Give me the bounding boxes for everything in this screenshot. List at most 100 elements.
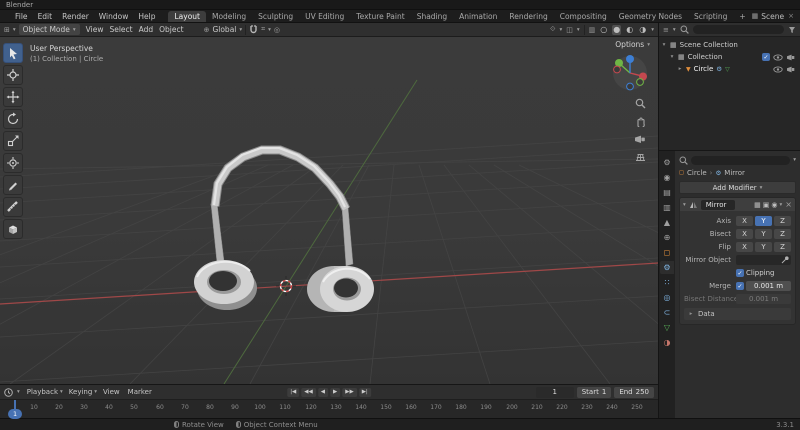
data-tab-icon[interactable]: ▽ — [660, 321, 674, 334]
disable-render-camera-icon[interactable] — [786, 66, 795, 73]
shading-material-icon[interactable]: ◐ — [625, 25, 634, 35]
editor-type-icon[interactable]: ⊞ — [4, 26, 10, 34]
workspace-tab[interactable]: Modeling — [206, 11, 252, 22]
menu-item[interactable]: Window — [94, 12, 134, 21]
axis-toggle[interactable]: Z — [774, 216, 791, 226]
add-modifier-button[interactable]: Add Modifier ▾ — [679, 181, 796, 194]
disclosure-icon[interactable]: ▾ — [661, 42, 667, 48]
workspace-tab[interactable]: Rendering — [503, 11, 553, 22]
merge-threshold-field[interactable]: 0.001 m — [746, 281, 791, 291]
tool-move[interactable] — [3, 87, 23, 107]
workspace-tab[interactable]: Compositing — [554, 11, 613, 22]
current-frame-field[interactable]: 1 — [535, 386, 574, 398]
extras-menu-icon[interactable]: ▾ — [780, 202, 783, 208]
tool-add-cube[interactable] — [3, 219, 23, 239]
toggle-realtime-icon[interactable]: ◉ — [771, 201, 777, 209]
tool-measure[interactable] — [3, 197, 23, 217]
viewport-3d[interactable]: User Perspective (1) Collection | Circle… — [0, 37, 658, 384]
snapping-icon[interactable]: ⌗ — [261, 25, 265, 34]
scene-tab-icon[interactable]: ▲ — [660, 216, 674, 229]
timeline-menu-item[interactable]: Marker — [125, 388, 157, 396]
zoom-icon[interactable] — [633, 97, 647, 109]
disclosure-icon[interactable]: ▾ — [669, 54, 675, 60]
pan-hand-icon[interactable] — [633, 115, 647, 127]
outliner-row-circle[interactable]: ▸ ▼ Circle ⚙ ▽ — [661, 63, 798, 75]
flip-toggle[interactable]: Z — [774, 242, 791, 252]
flip-toggle[interactable]: X — [736, 242, 753, 252]
outliner-item-label[interactable]: Scene Collection — [680, 41, 738, 49]
workspace-tab[interactable]: Scripting — [688, 11, 733, 22]
constraints-tab-icon[interactable]: ⊂ — [660, 306, 674, 319]
material-tab-icon[interactable]: ◑ — [660, 336, 674, 349]
workspace-tab[interactable]: Texture Paint — [350, 11, 410, 22]
navigation-gizmo[interactable] — [610, 53, 650, 93]
transport-button[interactable]: ◀ — [317, 387, 328, 397]
search-icon[interactable] — [680, 25, 689, 34]
menu-item[interactable]: File — [10, 12, 33, 21]
disclosure-icon[interactable]: ▾ — [683, 202, 686, 208]
scene-selector[interactable]: Scene — [761, 12, 784, 21]
workspace-tab[interactable]: + — [733, 11, 751, 22]
collection-checkbox[interactable]: ✓ — [762, 53, 770, 61]
tool-rotate[interactable] — [3, 109, 23, 129]
tool-annotate[interactable] — [3, 175, 23, 195]
orientation-dropdown[interactable]: Global — [212, 25, 236, 34]
transport-button[interactable]: ▶▶ — [342, 387, 357, 397]
modifier-header[interactable]: ▾ Mirror ▦ ▣ ◉ ▾ × — [680, 198, 795, 211]
axis-toggle[interactable]: X — [736, 216, 753, 226]
merge-checkbox[interactable]: ✓ — [736, 282, 744, 290]
data-subpanel-header[interactable]: ▸ Data — [684, 308, 791, 320]
flip-toggle[interactable]: Y — [755, 242, 772, 252]
menu-item[interactable]: Render — [57, 12, 94, 21]
viewport-menu-item[interactable]: Select — [106, 25, 135, 34]
tool-tab-icon[interactable]: ⚙ — [660, 156, 674, 169]
bisect-toggle[interactable]: Y — [755, 229, 772, 239]
disclosure-icon[interactable]: ▸ — [677, 66, 683, 72]
tool-scale[interactable] — [3, 131, 23, 151]
tool-select-box[interactable] — [3, 43, 23, 63]
workspace-tab[interactable]: Geometry Nodes — [613, 11, 688, 22]
outliner-editor-icon[interactable]: ≡ — [663, 26, 669, 34]
transport-button[interactable]: ◀◀ — [301, 387, 316, 397]
filter-icon[interactable] — [788, 26, 796, 34]
workspace-tab[interactable]: Sculpting — [252, 11, 299, 22]
timeline-ruler[interactable]: 10 20 30 40 50 60 70 80 90 100 110 120 130 140 150 160 1… — [0, 400, 658, 419]
toggle-edit-mode-icon[interactable]: ▣ — [763, 201, 770, 209]
object-tab-icon[interactable]: ◻ — [660, 246, 674, 259]
timeline-editor-icon[interactable] — [4, 387, 13, 397]
modifiers-tab-icon[interactable]: ⚙ — [660, 261, 674, 274]
viewlayer-tab-icon[interactable]: ▥ — [660, 201, 674, 214]
snap-magnet-icon[interactable] — [249, 24, 258, 35]
timeline-menu-item[interactable]: Playback ▾ — [24, 388, 66, 396]
scene-new-icon[interactable]: × — [787, 12, 795, 20]
start-frame-field[interactable]: Start 1 — [576, 386, 612, 398]
viewport-menu-item[interactable]: Add — [136, 25, 157, 34]
outliner-row-collection[interactable]: ▾ ▦ Collection ✓ — [661, 51, 798, 63]
menu-item[interactable]: Edit — [33, 12, 58, 21]
outliner-row-scene-collection[interactable]: ▾ ▦ Scene Collection — [661, 39, 798, 51]
properties-search-input[interactable] — [691, 155, 791, 165]
axis-toggle[interactable]: Y — [755, 216, 772, 226]
bisect-toggle[interactable]: X — [736, 229, 753, 239]
outliner-item-label[interactable]: Circle — [694, 65, 714, 73]
breadcrumb-object[interactable]: Circle — [687, 169, 707, 177]
toggle-perspective-icon[interactable] — [633, 151, 647, 163]
show-gizmo-icon[interactable]: ⟐ — [550, 25, 556, 34]
hide-eye-icon[interactable] — [773, 53, 783, 61]
search-icon[interactable] — [679, 156, 688, 165]
workspace-tab[interactable]: Layout — [168, 10, 206, 22]
disable-render-camera-icon[interactable] — [786, 54, 795, 61]
bisect-toggle[interactable]: Z — [774, 229, 791, 239]
mode-dropdown[interactable]: Object Mode ▾ — [18, 24, 80, 35]
viewport-menu-item[interactable]: View — [83, 25, 107, 34]
menu-item[interactable]: Help — [133, 12, 160, 21]
playhead[interactable]: 1 — [8, 400, 23, 419]
hide-eye-icon[interactable] — [773, 65, 783, 73]
workspace-tab[interactable]: UV Editing — [299, 11, 350, 22]
transport-button[interactable]: |◀ — [287, 387, 300, 397]
proportional-edit-icon[interactable]: ◎ — [274, 26, 280, 34]
breadcrumb-item[interactable]: Mirror — [724, 169, 745, 177]
eyedropper-icon[interactable] — [781, 256, 789, 264]
timeline-menu-item[interactable]: Keying ▾ — [66, 388, 100, 396]
transport-button[interactable]: ▶ — [330, 387, 341, 397]
